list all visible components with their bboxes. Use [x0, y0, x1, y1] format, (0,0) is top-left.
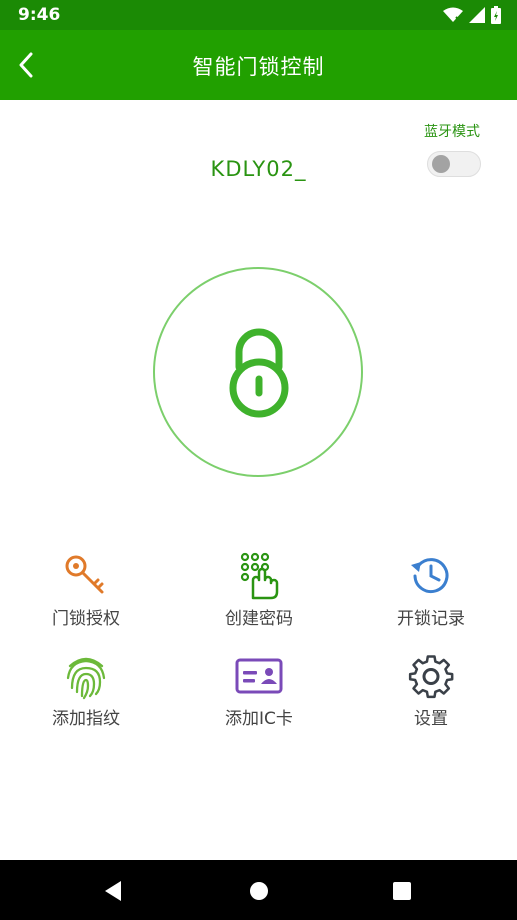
- action-label: 门锁授权: [52, 609, 120, 629]
- gear-icon: [408, 655, 454, 699]
- app-bar: 智能门锁控制: [0, 30, 517, 100]
- device-name: KDLY02_: [210, 157, 307, 181]
- status-time: 9:46: [18, 5, 61, 25]
- signal-icon: [469, 7, 485, 23]
- battery-icon: [491, 6, 501, 24]
- wifi-icon: [443, 7, 463, 23]
- id-card-icon: [235, 658, 283, 694]
- back-triangle-icon[interactable]: [101, 878, 127, 904]
- fingerprint-icon: [66, 657, 106, 700]
- home-circle-icon[interactable]: [246, 878, 272, 904]
- action-label: 创建密码: [225, 609, 293, 629]
- key-icon: [65, 555, 104, 594]
- history-clock-icon: [411, 558, 449, 594]
- keypad-hand-icon: [240, 552, 279, 600]
- status-bar: 9:46: [0, 0, 517, 30]
- bluetooth-mode-label: 蓝牙模式: [424, 124, 480, 140]
- padlock-icon: [229, 328, 289, 418]
- page-title: 智能门锁控制: [192, 55, 325, 79]
- status-icons: [443, 6, 501, 24]
- action-label: 开锁记录: [397, 609, 465, 629]
- navigation-bar: [0, 860, 517, 920]
- action-label: 设置: [414, 709, 448, 729]
- recents-square-icon[interactable]: [389, 878, 415, 904]
- action-label: 添加指纹: [52, 709, 120, 729]
- action-label: 添加IC卡: [225, 709, 293, 729]
